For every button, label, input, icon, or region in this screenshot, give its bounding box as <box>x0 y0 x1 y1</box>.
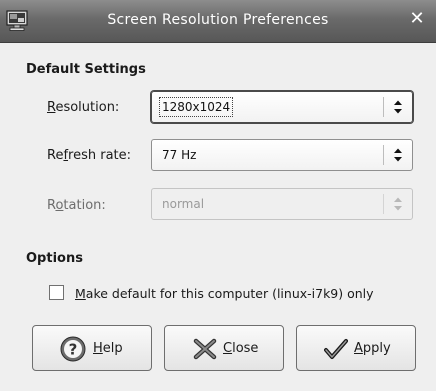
rotation-combobox[interactable]: normal <box>151 188 413 220</box>
combo-separator <box>383 97 384 117</box>
refresh-rate-label: Refresh rate: <box>47 148 132 163</box>
rotation-label: Rotation: <box>47 198 106 213</box>
help-button-label: Help <box>93 341 123 356</box>
rotation-value: normal <box>162 197 205 211</box>
help-icon: ? <box>60 336 86 362</box>
title-bar[interactable]: Screen Resolution Preferences ✕ <box>0 0 436 43</box>
close-icon <box>193 338 217 360</box>
make-default-label[interactable]: Make default for this computer (linux-i7… <box>75 286 374 301</box>
svg-text:?: ? <box>69 341 78 359</box>
resolution-combobox[interactable]: 1280x1024 <box>151 91 413 123</box>
make-default-checkbox[interactable] <box>49 285 64 300</box>
spinner-arrows-icon <box>394 100 402 114</box>
refresh-rate-combobox[interactable]: 77 Hz <box>151 139 413 171</box>
close-button[interactable]: Close <box>164 325 284 371</box>
help-button[interactable]: ? Help <box>32 325 152 371</box>
apply-button[interactable]: Apply <box>296 325 416 371</box>
window-title: Screen Resolution Preferences <box>107 12 329 28</box>
spinner-arrows-icon <box>394 148 402 162</box>
options-heading: Options <box>26 251 83 266</box>
close-button-label: Close <box>223 341 259 356</box>
combo-separator <box>383 145 384 165</box>
apply-button-label: Apply <box>354 341 391 356</box>
close-icon[interactable]: ✕ <box>407 9 427 29</box>
spinner-arrows-icon <box>394 197 402 211</box>
checkmark-icon <box>324 339 348 359</box>
refresh-rate-value: 77 Hz <box>162 148 197 162</box>
default-settings-heading: Default Settings <box>26 62 146 77</box>
resolution-value: 1280x1024 <box>158 97 234 117</box>
combo-separator <box>383 194 384 214</box>
resolution-label: Resolution: <box>47 100 120 115</box>
